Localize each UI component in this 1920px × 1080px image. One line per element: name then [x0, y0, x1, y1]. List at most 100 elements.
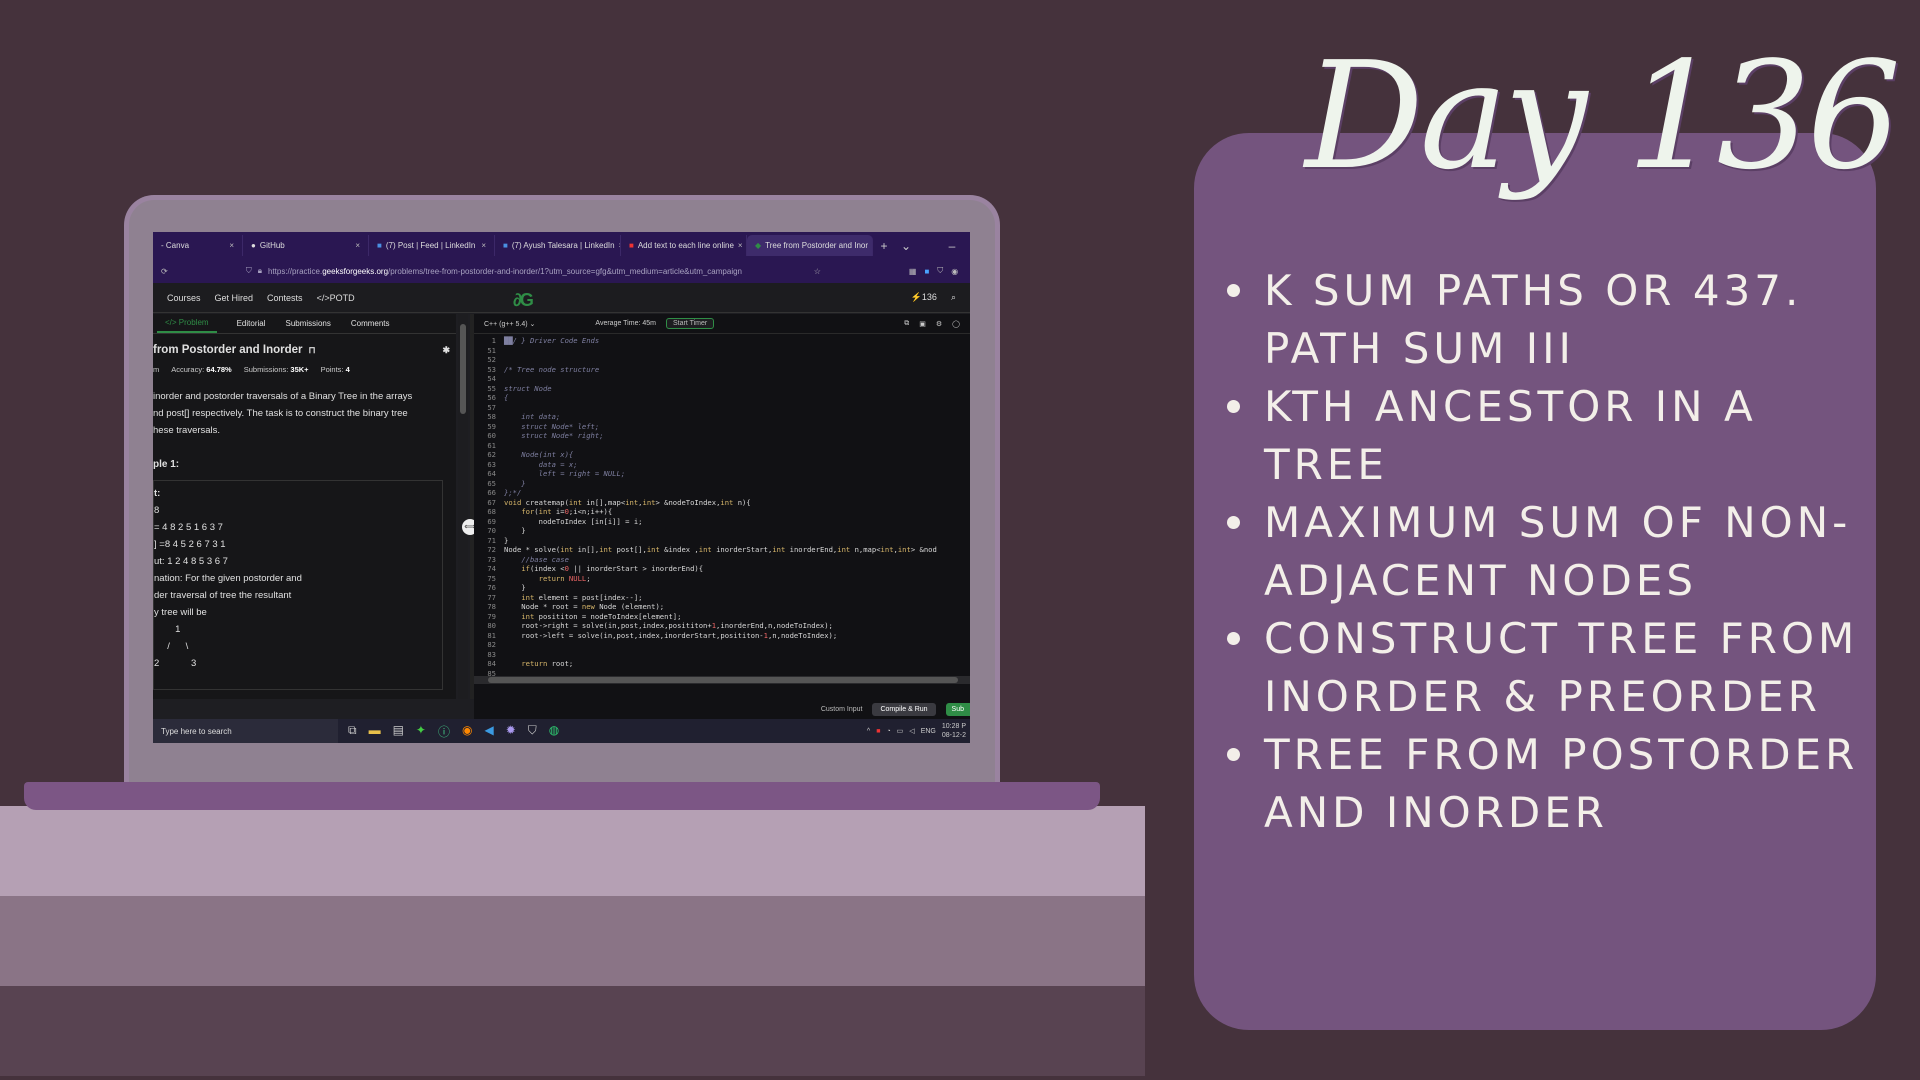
- streak-badge[interactable]: ⚡136: [911, 292, 937, 303]
- line-number: 83: [487, 649, 496, 659]
- url-text: https://practice.geeksforgeeks.org/probl…: [267, 266, 742, 276]
- new-tab-button[interactable]: +: [873, 239, 895, 253]
- url-toolbar: ⟳ ⛉ 🔒︎ https://practice.geeksforgeeks.or…: [153, 259, 970, 283]
- search-icon[interactable]: ⌕: [951, 292, 956, 303]
- example-heading: ple 1:: [153, 459, 180, 470]
- start-timer-button[interactable]: Start Timer: [665, 318, 715, 329]
- shelf-bottom: [0, 986, 1145, 1076]
- browser-tab[interactable]: ■ (7) Post | Feed | LinkedIn ×: [369, 235, 495, 256]
- nav-courses[interactable]: Courses: [167, 293, 201, 303]
- line-number: 54: [487, 374, 496, 383]
- address-bar[interactable]: ⛉ 🔒︎ https://practice.geeksforgeeks.org/…: [246, 262, 806, 280]
- settings-gear-icon[interactable]: ⚙: [936, 320, 942, 328]
- line-number: 55: [487, 383, 496, 393]
- nav-potd[interactable]: </>POTD: [317, 293, 355, 303]
- line-number: 59: [487, 421, 496, 431]
- line-number: 77: [487, 592, 496, 602]
- security-icon[interactable]: ⛉: [528, 723, 537, 740]
- gfg-icon: ◆: [755, 241, 762, 250]
- reload-icon[interactable]: ⟳: [161, 267, 168, 276]
- app-icon[interactable]: ✹: [506, 723, 516, 740]
- bookmark-star-icon[interactable]: ☆: [814, 267, 821, 276]
- day-title: Day 136: [1305, 30, 1901, 202]
- firefox-icon[interactable]: ◉: [462, 723, 472, 740]
- file-explorer-icon[interactable]: ▬: [369, 723, 381, 740]
- line-number: 84: [487, 659, 496, 668]
- example-line: nation: For the given postorder and: [154, 573, 302, 584]
- bookmark-icon[interactable]: ⊓: [309, 345, 316, 356]
- line-number: 80: [487, 621, 496, 630]
- whatsapp-icon[interactable]: ◍: [549, 723, 559, 740]
- taskbar-search-input[interactable]: Type here to search: [153, 719, 338, 743]
- compile-run-button[interactable]: Compile & Run: [872, 702, 936, 716]
- gfg-logo[interactable]: ∂G: [513, 290, 534, 311]
- app-icon[interactable]: ⓘ: [438, 723, 450, 740]
- description-line: nd post[] respectively. The task is to c…: [153, 408, 408, 419]
- copy-icon[interactable]: ⧉: [904, 320, 909, 328]
- language-indicator[interactable]: ENG: [921, 728, 936, 735]
- task-view-icon[interactable]: ⧉: [348, 723, 357, 740]
- volume-icon[interactable]: ◁: [909, 727, 914, 735]
- close-icon[interactable]: ×: [738, 241, 743, 250]
- system-tray: ^ ■ ◔ ▭ ◁ ENG 10:28 P 08-12-2: [867, 722, 970, 740]
- close-icon[interactable]: ×: [229, 241, 234, 250]
- code-area[interactable]: 1 51 52 53 54 55 56 57 58 59 60 61 62 63 64 65 66 67 68 69 7…: [474, 336, 970, 676]
- shield-icon: ⛉: [245, 266, 252, 275]
- line-number: 74: [487, 564, 496, 573]
- submit-button[interactable]: Sub: [945, 702, 970, 716]
- extension-icon[interactable]: ■: [924, 267, 929, 276]
- problem-title-text: from Postorder and Inorder: [153, 344, 303, 356]
- topics-list: K Sum Paths or 437. Path Sum III Kth Anc…: [1222, 262, 1862, 842]
- nav-contests[interactable]: Contests: [267, 293, 303, 303]
- clock[interactable]: 10:28 P 08-12-2: [942, 722, 966, 740]
- browser-tab-active[interactable]: ◆Tree from Postorder and Inor×: [747, 235, 873, 256]
- site-navbar: Courses Get Hired Contests </>POTD ⚡136 …: [153, 283, 970, 313]
- shield-extension-icon[interactable]: ⛉: [937, 266, 943, 276]
- browser-tab[interactable]: ■(7) Ayush Talesara | LinkedIn×: [495, 235, 621, 256]
- tab-label: Tree from Postorder and Inor: [765, 241, 869, 250]
- linkedin-icon: ■: [377, 241, 382, 250]
- line-number: 79: [487, 611, 496, 621]
- minimize-button[interactable]: –: [941, 239, 963, 253]
- battery-icon[interactable]: ▭: [897, 727, 904, 735]
- tab-comments[interactable]: Comments: [351, 319, 390, 328]
- pdf-icon: ■: [629, 241, 634, 250]
- store-icon[interactable]: ▤: [393, 723, 404, 740]
- tab-problem[interactable]: </> Problem: [157, 314, 217, 333]
- problem-tabs: </> Problem Editorial Submissions Commen…: [153, 314, 456, 334]
- save-icon[interactable]: ▣: [919, 320, 926, 328]
- line-number: 1: [491, 336, 496, 345]
- laptop-base: [24, 782, 1100, 810]
- chevron-up-icon[interactable]: ^: [867, 728, 870, 735]
- tab-list-chevron-icon[interactable]: ⌄: [895, 239, 917, 253]
- browser-tab-bar: - Canva × ● GitHub × ■ (7) Post | Feed | Lin…: [153, 232, 970, 259]
- line-number: 51: [487, 345, 496, 355]
- tab-label: (7) Post | Feed | LinkedIn: [385, 241, 476, 250]
- bug-report-icon[interactable]: ✱: [442, 345, 450, 356]
- language-select[interactable]: C++ (g++ 5.4) ⌄: [484, 320, 535, 328]
- line-number: 76: [487, 583, 496, 592]
- wifi-icon[interactable]: ◔: [886, 728, 890, 735]
- shelf-top: [0, 806, 1145, 896]
- close-icon[interactable]: ×: [481, 241, 486, 250]
- tab-editorial[interactable]: Editorial: [237, 319, 266, 328]
- browser-tab[interactable]: ■ Add text to each line online ×: [621, 235, 747, 256]
- custom-input-button[interactable]: Custom Input: [821, 706, 863, 713]
- tab-submissions[interactable]: Submissions: [285, 319, 330, 328]
- fullscreen-icon[interactable]: ◯: [952, 320, 960, 328]
- profile-icon[interactable]: ◉: [951, 267, 958, 276]
- apps-grid-icon[interactable]: ▦: [909, 267, 917, 276]
- problem-scrollbar[interactable]: [458, 314, 468, 699]
- example-line: 2 3: [154, 658, 197, 669]
- code-editor[interactable]: C++ (g++ 5.4) ⌄ Average Time: 45m Start …: [474, 314, 970, 699]
- browser-tab[interactable]: ● GitHub ×: [243, 235, 369, 256]
- nav-get-hired[interactable]: Get Hired: [215, 293, 254, 303]
- browser-tab[interactable]: - Canva ×: [153, 235, 243, 256]
- horizontal-scrollbar[interactable]: [474, 676, 970, 684]
- pycharm-icon[interactable]: ✦: [416, 723, 426, 740]
- vscode-icon[interactable]: ◀: [484, 723, 493, 740]
- line-number: 71: [487, 535, 496, 545]
- tray-app-icon[interactable]: ■: [876, 728, 880, 735]
- close-icon[interactable]: ×: [355, 241, 360, 250]
- example-line: ] =8 4 5 2 6 7 3 1: [154, 539, 226, 550]
